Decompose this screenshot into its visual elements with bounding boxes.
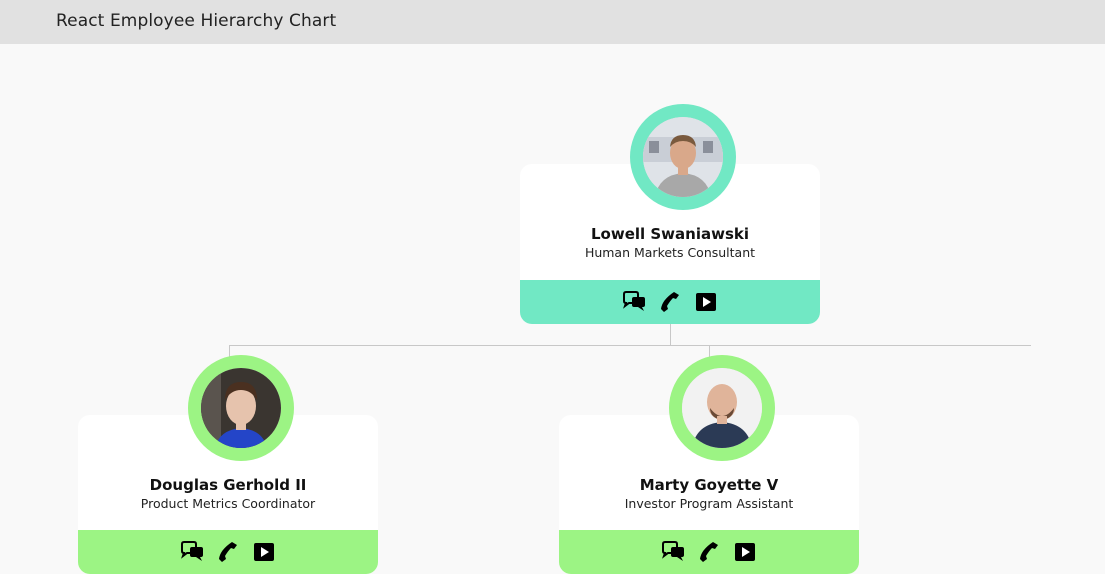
employee-role: Human Markets Consultant [584,245,756,260]
employee-name: Lowell Swaniawski [590,225,750,243]
app-title: React Employee Hierarchy Chart [56,11,337,31]
employee-name: Douglas Gerhold II [149,476,307,494]
video-icon[interactable] [251,539,277,565]
card-actions [559,530,859,574]
avatar-ring-left [188,355,294,461]
avatar [201,368,281,448]
chat-icon[interactable] [179,539,205,565]
card-actions [520,280,820,324]
avatar-ring-root [630,104,736,210]
avatar [643,117,723,197]
phone-icon[interactable] [215,539,241,565]
app-header: React Employee Hierarchy Chart [0,0,1105,44]
video-icon[interactable] [693,289,719,315]
chat-icon[interactable] [621,289,647,315]
avatar-ring-right [669,355,775,461]
employee-role: Investor Program Assistant [624,496,794,511]
card-actions [78,530,378,574]
chat-icon[interactable] [660,539,686,565]
phone-icon[interactable] [657,289,683,315]
phone-icon[interactable] [696,539,722,565]
avatar [682,368,762,448]
connector-horizontal [229,345,1031,346]
employee-name: Marty Goyette V [639,476,779,494]
connector-root-down [670,324,671,345]
employee-role: Product Metrics Coordinator [140,496,316,511]
video-icon[interactable] [732,539,758,565]
